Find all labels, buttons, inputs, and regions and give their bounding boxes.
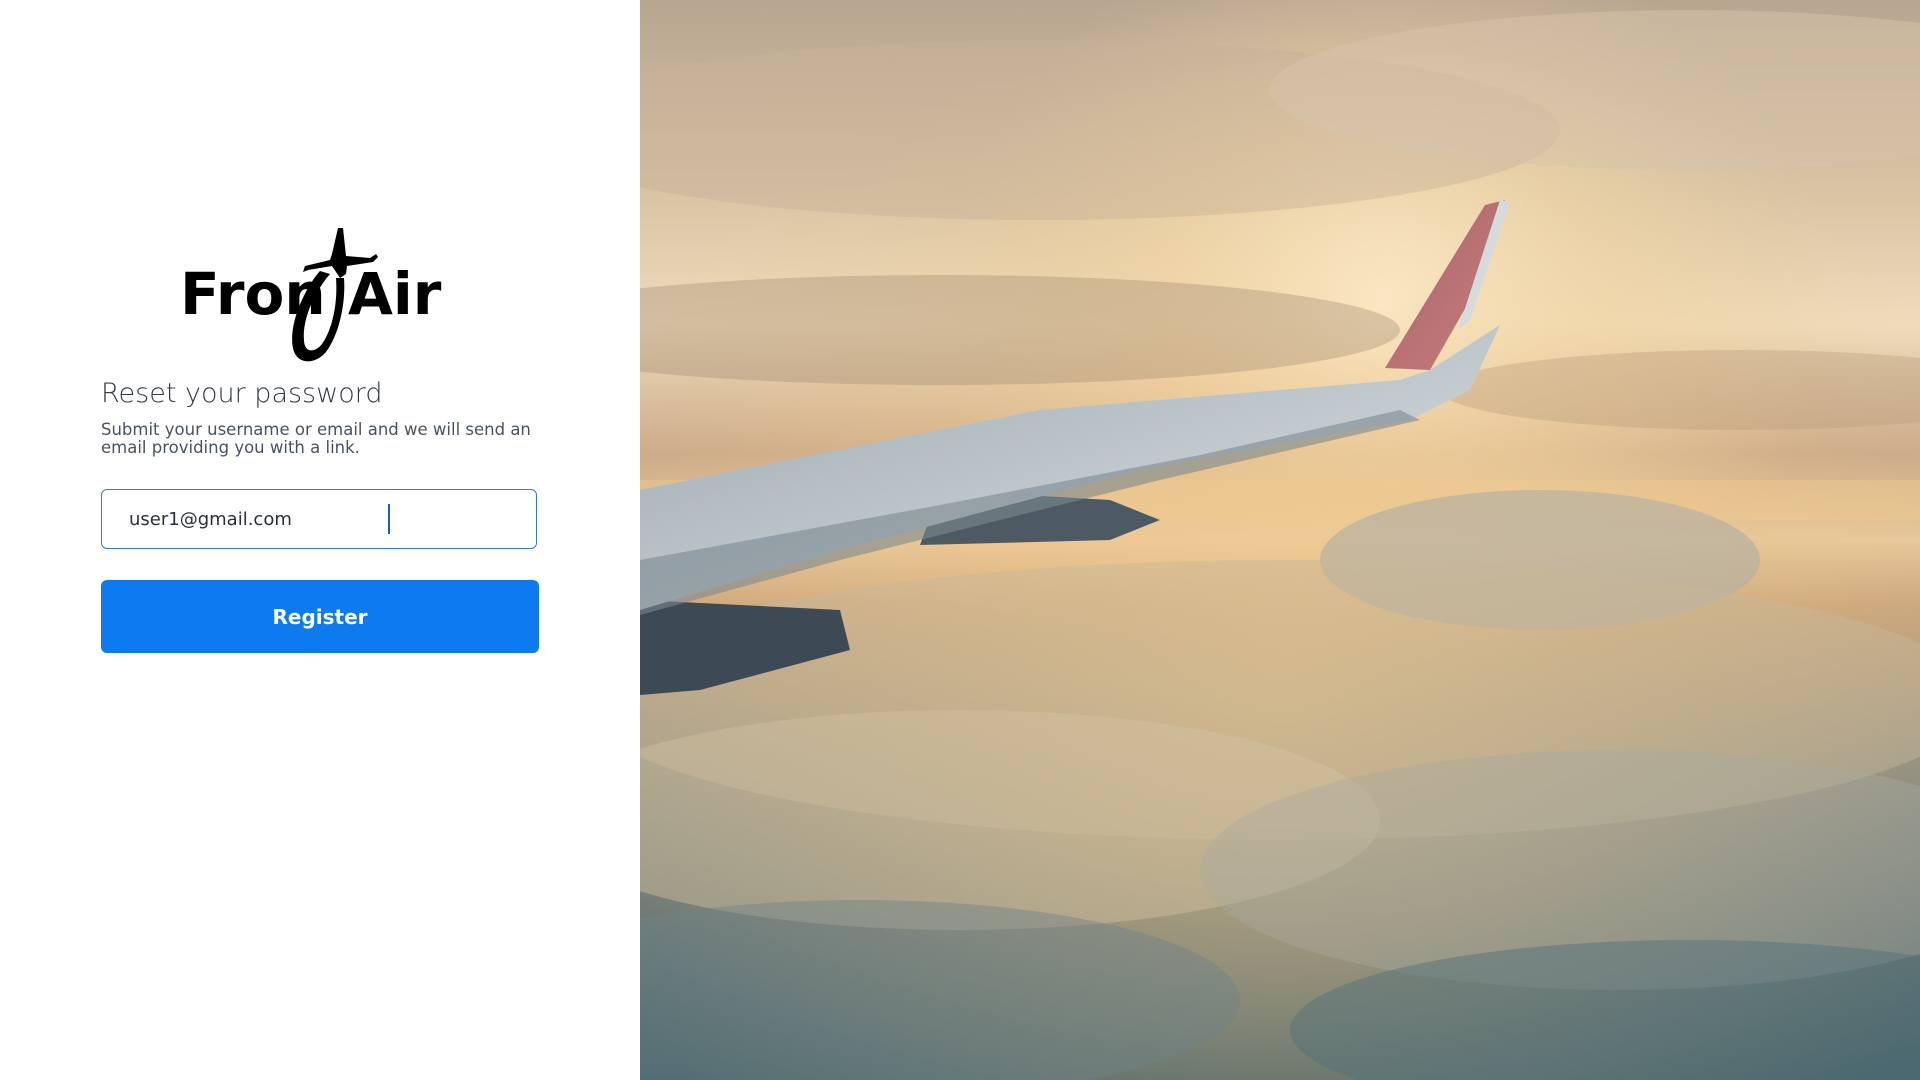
page-title: Reset your password xyxy=(101,378,383,409)
logo-wordmark-fron: Fron xyxy=(180,260,326,328)
text-caret xyxy=(388,504,390,534)
hero-image xyxy=(640,0,1920,1080)
email-field[interactable] xyxy=(129,508,509,530)
email-field-container[interactable] xyxy=(101,489,537,549)
logo-wordmark-air: Air xyxy=(348,260,442,328)
reset-password-page: Fron Air Reset your password Submit your… xyxy=(0,0,1920,1080)
register-button[interactable]: Register xyxy=(101,580,539,653)
frontair-logo: Fron Air xyxy=(180,226,462,366)
page-subtitle: Submit your username or email and we wil… xyxy=(101,420,531,457)
form-panel: Fron Air Reset your password Submit your… xyxy=(0,0,640,1080)
